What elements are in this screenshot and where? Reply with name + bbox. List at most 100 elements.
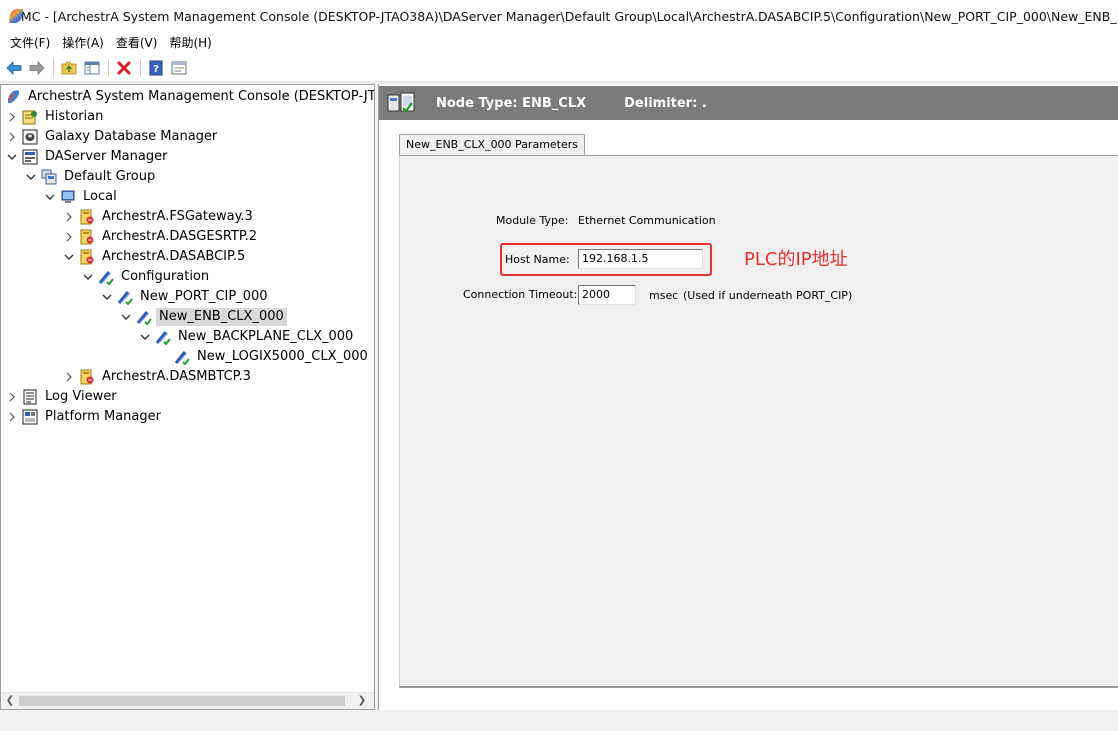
tree-item[interactable]: ArchestrA System Management Console (DES… <box>5 87 375 107</box>
computer-icon <box>60 189 76 205</box>
tree-item-label: Historian <box>45 109 104 124</box>
port-node-icon <box>174 349 190 365</box>
tree-item-label: Local <box>83 189 117 204</box>
delete-icon[interactable] <box>114 58 134 78</box>
menu-view[interactable]: 查看(V) <box>110 32 164 54</box>
module-type-label: Module Type: <box>496 214 569 227</box>
tree-item[interactable]: Historian <box>5 107 106 127</box>
tree-item-label: New_BACKPLANE_CLX_000 <box>178 329 354 344</box>
smc-icon <box>5 89 21 105</box>
tree-item[interactable]: New_LOGIX5000_CLX_000 <box>157 347 371 367</box>
host-name-highlight-box <box>500 243 712 276</box>
properties-icon[interactable] <box>169 58 189 78</box>
title-bar: SMC - [ArchestrA System Management Conso… <box>0 0 1118 32</box>
platform-manager-icon <box>22 409 38 425</box>
chevron-right-icon[interactable] <box>62 367 76 387</box>
timeout-note-label: (Used if underneath PORT_CIP) <box>683 289 853 302</box>
chevron-right-icon[interactable] <box>62 227 76 247</box>
console-tree[interactable]: ArchestrA System Management Console (DES… <box>0 84 375 710</box>
chevron-right-icon[interactable] <box>5 127 19 147</box>
connection-timeout-input[interactable]: 2000 <box>578 285 636 305</box>
port-node-icon <box>117 289 133 305</box>
tree-item-label: Galaxy Database Manager <box>45 129 218 144</box>
chevron-down-icon[interactable] <box>100 287 114 307</box>
historian-icon <box>22 109 38 125</box>
tree-item-label: New_PORT_CIP_000 <box>140 289 268 304</box>
back-arrow-icon[interactable] <box>4 58 24 78</box>
tree-item[interactable]: New_PORT_CIP_000 <box>100 287 271 307</box>
group-icon <box>41 169 57 185</box>
chevron-down-icon[interactable] <box>62 247 76 267</box>
chevron-right-icon[interactable] <box>5 107 19 127</box>
enb-node-icon <box>386 90 416 116</box>
node-type-label: Node Type: ENB_CLX <box>436 95 587 111</box>
menu-file[interactable]: 文件(F) <box>4 32 56 54</box>
parameters-area: New_ENB_CLX_000 Parameters Module Type: … <box>379 120 1118 710</box>
scroll-right-arrow-icon[interactable]: ❯ <box>356 695 368 707</box>
help-icon[interactable]: ? <box>146 58 166 78</box>
tree-item[interactable]: DAServer Manager <box>5 147 170 167</box>
chevron-down-icon[interactable] <box>5 147 19 167</box>
node-header: Node Type: ENB_CLX Delimiter: . <box>379 86 1118 120</box>
menu-action[interactable]: 操作(A) <box>56 32 110 54</box>
parameters-panel <box>399 155 1118 688</box>
connection-timeout-label: Connection Timeout: <box>463 288 578 301</box>
tree-item[interactable]: New_BACKPLANE_CLX_000 <box>138 327 356 347</box>
port-node-icon <box>136 309 152 325</box>
tree-item[interactable]: ArchestrA.FSGateway.3 <box>62 207 256 227</box>
galaxy-db-icon <box>22 129 38 145</box>
chevron-right-icon[interactable] <box>5 407 19 427</box>
toolbar-separator <box>108 58 109 77</box>
tree-item-label: Configuration <box>121 269 210 284</box>
tree-item[interactable]: ArchestrA.DASGESRTP.2 <box>62 227 260 247</box>
log-viewer-icon <box>22 389 38 405</box>
chevron-down-icon[interactable] <box>24 167 38 187</box>
delimiter-label: Delimiter: . <box>624 95 707 111</box>
tree-item-label: ArchestrA.DASGESRTP.2 <box>102 229 258 244</box>
status-bar <box>0 711 1118 731</box>
tree-item-label: ArchestrA.DASMBTCP.3 <box>102 369 251 384</box>
show-hide-tree-icon[interactable] <box>82 58 102 78</box>
module-type-value: Ethernet Communication <box>578 214 716 227</box>
tree-item-label: ArchestrA System Management Console (DES… <box>28 89 375 104</box>
tree-item-label: New_LOGIX5000_CLX_000 <box>197 349 368 364</box>
tree-item[interactable]: Platform Manager <box>5 407 164 427</box>
configuration-icon <box>98 269 114 285</box>
daserver-icon <box>79 209 95 225</box>
tree-item-label: DAServer Manager <box>45 149 168 164</box>
tree-item[interactable]: ArchestrA.DASABCIP.5 <box>62 247 248 267</box>
tree-item[interactable]: ArchestrA.DASMBTCP.3 <box>62 367 254 387</box>
tree-item-label: New_ENB_CLX_000 <box>156 308 287 326</box>
chevron-down-icon[interactable] <box>43 187 57 207</box>
daserver-icon <box>79 249 95 265</box>
daserver-manager-icon <box>22 149 38 165</box>
toolbar-separator <box>140 58 141 77</box>
tree-item[interactable]: Local <box>43 187 120 207</box>
scrollbar-thumb[interactable] <box>19 696 345 706</box>
tree-item[interactable]: New_ENB_CLX_000 <box>119 307 287 327</box>
toolbar: ? <box>0 54 1118 82</box>
port-node-icon <box>155 329 171 345</box>
tree-horizontal-scrollbar[interactable]: ❮ ❯ <box>1 692 374 709</box>
timeout-unit-label: msec <box>649 289 679 302</box>
chevron-right-icon[interactable] <box>5 387 19 407</box>
tree-item[interactable]: Galaxy Database Manager <box>5 127 220 147</box>
window-title: SMC - [ArchestrA System Management Conso… <box>13 8 1118 24</box>
forward-arrow-icon[interactable] <box>27 58 47 78</box>
tab-parameters[interactable]: New_ENB_CLX_000 Parameters <box>399 134 586 156</box>
chevron-down-icon[interactable] <box>119 307 133 327</box>
tree-item-label: Platform Manager <box>45 409 161 424</box>
scroll-left-arrow-icon[interactable]: ❮ <box>4 695 16 707</box>
tree-item[interactable]: Default Group <box>24 167 158 187</box>
up-folder-icon[interactable] <box>59 58 79 78</box>
tree-item[interactable]: Configuration <box>81 267 212 287</box>
chevron-down-icon[interactable] <box>138 327 152 347</box>
svg-text:?: ? <box>153 64 159 75</box>
chevron-down-icon[interactable] <box>81 267 95 287</box>
chevron-right-icon[interactable] <box>62 207 76 227</box>
tree-item[interactable]: Log Viewer <box>5 387 120 407</box>
daserver-icon <box>79 229 95 245</box>
menu-bar: 文件(F) 操作(A) 查看(V) 帮助(H) <box>0 32 1118 54</box>
menu-help[interactable]: 帮助(H) <box>163 32 217 54</box>
